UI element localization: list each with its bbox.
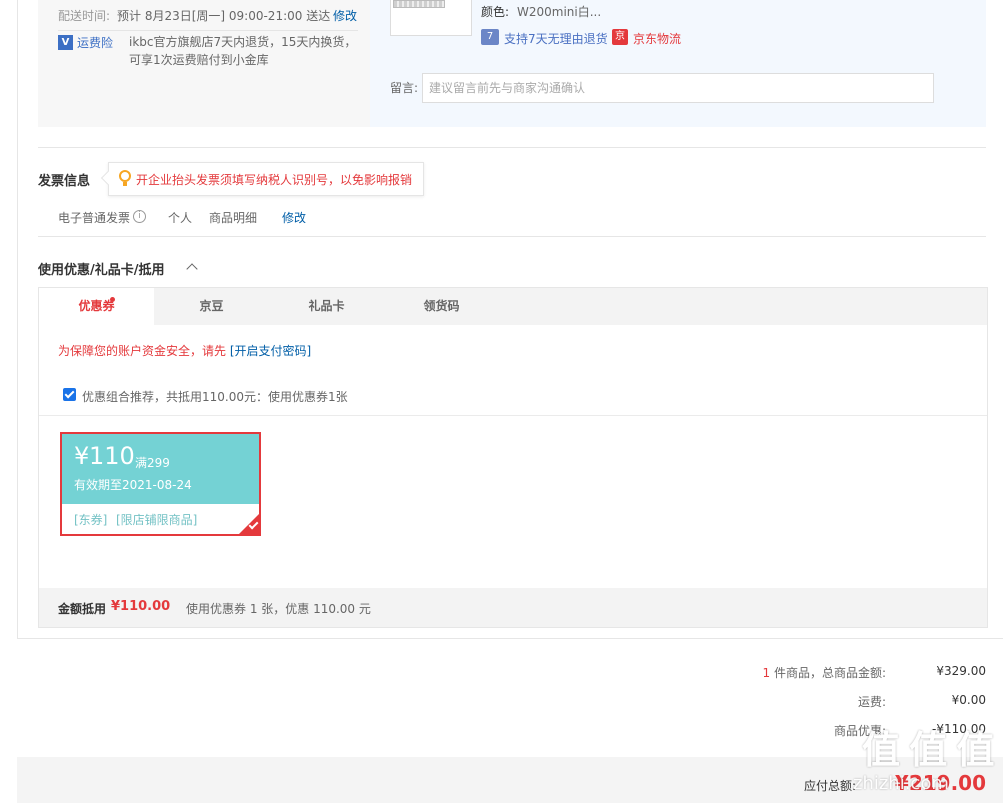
invoice-header: 个人: [168, 211, 193, 225]
seven-day-return-icon: 7: [481, 29, 499, 45]
lightbulb-icon: [119, 170, 131, 186]
keyboard-icon: [393, 0, 445, 8]
info-icon[interactable]: i: [133, 210, 146, 223]
goods-total-text: 件商品，总商品金额:: [773, 666, 886, 680]
watermark-text: zhizhi.com: [853, 773, 949, 794]
payable-label: 应付总额:: [803, 779, 856, 793]
coupon-card-header: ¥ 110 满299 有效期至2021-08-24: [62, 434, 259, 504]
tab-coupon[interactable]: 优惠券: [39, 288, 154, 325]
invoice-tip-text: 开企业抬头发票须填写纳税人识别号，以免影响报销: [136, 173, 413, 187]
product-color-label: 颜色:: [481, 5, 510, 19]
security-warning: 为保障您的账户资金安全，请先 [开启支付密码]: [58, 342, 311, 359]
security-warning-text: 为保障您的账户资金安全，请先: [58, 344, 230, 358]
invoice-content: 商品明细: [209, 211, 258, 225]
watermark-logo: 值 值 值: [862, 728, 994, 772]
section-divider: [38, 147, 986, 148]
combo-recommend-checkbox[interactable]: [63, 388, 76, 401]
coupon-card[interactable]: ¥ 110 满299 有效期至2021-08-24 [东券] [限店铺限商品]: [60, 432, 261, 536]
message-label: 留言:: [390, 81, 419, 95]
goods-total-value: ¥329.00: [936, 664, 986, 678]
combo-recommend-text: 优惠组合推荐，共抵用110.00元：使用优惠券1张: [82, 390, 348, 404]
shipping-fee-label: 运费:: [857, 695, 886, 709]
coupon-amount: 110: [89, 442, 135, 470]
coupon-tag-store: [限店铺限商品]: [116, 513, 198, 527]
coupon-summary-amount: ¥110.00: [111, 599, 171, 614]
invoice-edit-link[interactable]: 修改: [282, 209, 306, 226]
delivery-time-value: 预计 8月23日[周一] 09:00-21:00 送达: [117, 9, 331, 23]
invoice-title: 发票信息: [38, 174, 91, 189]
coupon-condition: 满299: [135, 456, 170, 470]
tab-redeem-code[interactable]: 领货码: [384, 288, 499, 325]
coupon-divider: [39, 415, 987, 416]
delivery-edit-link[interactable]: 修改: [333, 7, 357, 24]
jd-logistics-text: 京东物流: [633, 32, 682, 46]
shipping-fee-value: ¥0.00: [951, 693, 986, 707]
invoice-type: 电子普通发票: [58, 211, 131, 225]
message-input[interactable]: [422, 73, 934, 103]
shipping-insurance-icon: V: [58, 35, 73, 50]
section-divider: [38, 236, 986, 237]
goods-count: 1: [762, 666, 771, 680]
jd-logistics-icon: 京: [612, 29, 628, 45]
shipping-insurance-label: 运费险: [77, 36, 114, 50]
order-card-border-bottom: [17, 638, 1003, 639]
order-card-border: [17, 0, 18, 638]
coupon-tag-jd: [东券]: [74, 513, 108, 527]
enable-pay-password-link[interactable]: [开启支付密码]: [230, 344, 311, 358]
coupon-summary-label: 金额抵用: [58, 602, 107, 616]
coupon-validity: 有效期至2021-08-24: [74, 478, 192, 492]
tab-jingdou[interactable]: 京豆: [154, 288, 269, 325]
delivery-time-label: 配送时间:: [58, 9, 111, 23]
coupon-summary-desc: 使用优惠券 1 张，优惠 110.00 元: [186, 602, 371, 616]
chevron-up-icon[interactable]: [186, 263, 198, 275]
tab-gift-card[interactable]: 礼品卡: [269, 288, 384, 325]
shipping-insurance-text: ikbc官方旗舰店7天内退货，15天内换货，可享1次运费赔付到小金库: [129, 35, 357, 67]
goods-total-label: 1 件商品，总商品金额:: [762, 664, 886, 681]
product-color-value: W200mini白...: [517, 5, 602, 19]
new-badge-dot: [110, 297, 115, 302]
seven-day-return-text: 支持7天无理由退货: [504, 32, 608, 46]
coupon-section-title[interactable]: 使用优惠/礼品卡/抵用: [38, 259, 165, 278]
coupon-summary-bar: [39, 588, 987, 627]
shipping-divider: [58, 30, 358, 31]
coupon-currency: ¥: [74, 442, 90, 470]
